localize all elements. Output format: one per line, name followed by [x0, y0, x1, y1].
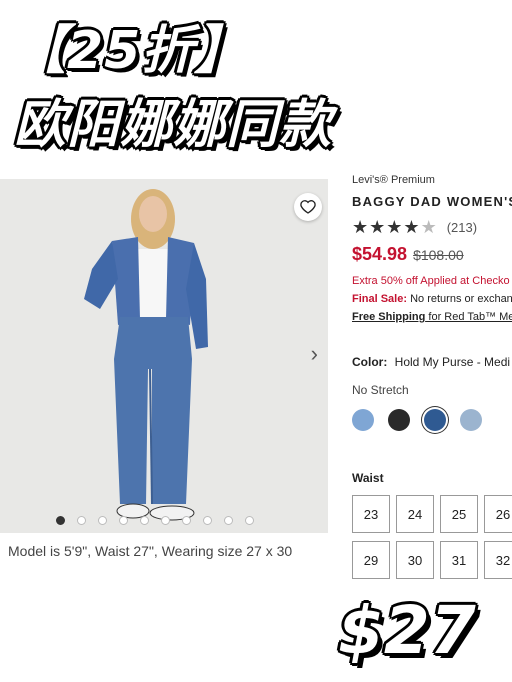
color-value: Hold My Purse - Medi — [394, 355, 511, 369]
waist-size-grid: 23 24 25 26 29 30 31 32 — [352, 495, 512, 579]
color-swatch[interactable] — [460, 409, 482, 431]
gallery-dot[interactable] — [119, 516, 128, 525]
star-icon: ★ — [369, 217, 386, 237]
model-illustration — [0, 179, 328, 533]
gallery-pagination[interactable] — [56, 516, 254, 525]
price-row: $54.98 $108.00 — [352, 244, 512, 265]
promo-message: Extra 50% off Applied at Checko — [352, 275, 510, 287]
heart-icon — [300, 200, 316, 214]
product-brand: Levi's® Premium — [352, 174, 435, 186]
free-shipping-label[interactable]: Free Shipping — [352, 311, 425, 323]
star-rating: ★ ★ ★ ★ ★ — [352, 218, 437, 236]
star-icon: ★ — [386, 217, 403, 237]
final-sale-notice: Final Sale: No returns or exchange — [352, 293, 512, 305]
wishlist-button[interactable] — [294, 193, 322, 221]
final-sale-text: No returns or exchange — [410, 293, 512, 305]
gallery-dot[interactable] — [224, 516, 233, 525]
star-icon: ★ — [420, 217, 437, 237]
promo-headline: 【25折】 — [14, 21, 248, 81]
gallery-dot[interactable] — [140, 516, 149, 525]
product-title: BAGGY DAD WOMEN'S — [352, 194, 512, 209]
gallery-dot[interactable] — [98, 516, 107, 525]
gallery-dot[interactable] — [77, 516, 86, 525]
waist-size-option[interactable]: 30 — [396, 541, 434, 579]
review-count[interactable]: (213) — [447, 220, 477, 235]
original-price: $108.00 — [413, 247, 464, 263]
model-size-caption: Model is 5'9", Waist 27", Wearing size 2… — [8, 543, 293, 559]
waist-size-option[interactable]: 31 — [440, 541, 478, 579]
gallery-dot[interactable] — [161, 516, 170, 525]
waist-size-option[interactable]: 25 — [440, 495, 478, 533]
color-swatch[interactable] — [352, 409, 374, 431]
color-swatches — [352, 409, 512, 431]
waist-size-option[interactable]: 26 — [484, 495, 512, 533]
product-image[interactable]: › — [0, 179, 328, 533]
stretch-label: No Stretch — [352, 383, 409, 397]
color-selection: Color: Hold My Purse - Medi — [352, 355, 512, 369]
gallery-dot[interactable] — [56, 516, 65, 525]
final-sale-label: Final Sale: — [352, 293, 408, 305]
star-icon: ★ — [403, 217, 420, 237]
next-image-chevron-icon[interactable]: › — [311, 341, 318, 367]
promo-price: $27 — [338, 592, 476, 669]
gallery-dot[interactable] — [245, 516, 254, 525]
rating-row[interactable]: ★ ★ ★ ★ ★ (213) — [352, 218, 512, 236]
waist-size-option[interactable]: 23 — [352, 495, 390, 533]
sale-price: $54.98 — [352, 244, 408, 264]
color-label: Color: — [352, 355, 388, 369]
free-shipping-text[interactable]: for Red Tab™ Mem — [425, 311, 512, 323]
color-swatch[interactable] — [424, 409, 446, 431]
gallery-dot[interactable] — [203, 516, 212, 525]
star-icon: ★ — [352, 217, 369, 237]
waist-size-option[interactable]: 29 — [352, 541, 390, 579]
celebrity-headline: 欧阳娜娜同款 — [14, 95, 333, 155]
waist-size-option[interactable]: 24 — [396, 495, 434, 533]
gallery-dot[interactable] — [182, 516, 191, 525]
waist-size-option[interactable]: 32 — [484, 541, 512, 579]
color-swatch[interactable] — [388, 409, 410, 431]
product-info-panel: Levi's® Premium BAGGY DAD WOMEN'S ★ ★ ★ ★ ★ … — [352, 172, 512, 579]
waist-label: Waist — [352, 471, 384, 485]
free-shipping-link[interactable]: Free Shipping for Red Tab™ Mem — [352, 311, 512, 323]
